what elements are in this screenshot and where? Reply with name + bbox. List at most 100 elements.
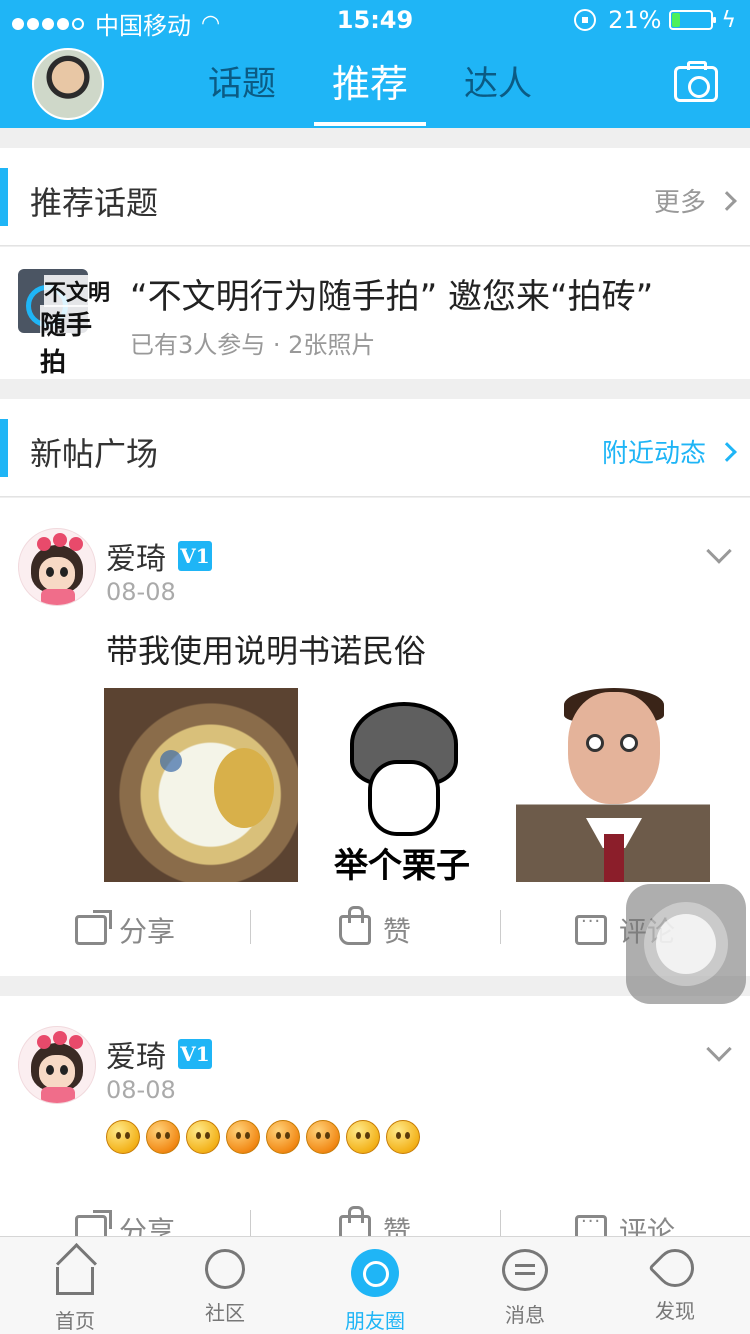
top-header: 中国移动 ◠ 15:49 21% ϟ 话题 推荐 达人 (0, 0, 750, 128)
more-label: 更多 (653, 188, 706, 218)
status-right: 21% ϟ (574, 6, 736, 34)
avatar-face (39, 557, 75, 591)
section-accent-bar (0, 168, 8, 226)
recommended-topics-header: 推荐话题 更多 (0, 148, 750, 246)
post-date: 08-08 (106, 1076, 176, 1104)
comment-icon (574, 911, 607, 945)
post-emojis (106, 1120, 426, 1154)
post-image-portrait[interactable] (516, 688, 710, 882)
smile-emoji-icon (186, 1120, 220, 1154)
angry-emoji-icon (226, 1120, 260, 1154)
camera-icon[interactable] (674, 61, 718, 102)
nav-label: 社区 (205, 1301, 245, 1325)
community-icon (205, 1249, 245, 1289)
battery-icon (669, 10, 717, 30)
share-icon (74, 915, 107, 945)
rotation-lock-icon (574, 9, 597, 31)
author-name-row: 爱琦 V1 (106, 1032, 212, 1076)
image-detail (160, 750, 182, 772)
assistive-center (656, 914, 716, 974)
image-detail (368, 760, 440, 836)
my-avatar[interactable] (32, 48, 104, 120)
chevron-right-icon (717, 190, 737, 211)
avatar-eye (60, 1065, 68, 1075)
author-avatar[interactable] (18, 528, 96, 606)
battery-fill (672, 13, 681, 27)
avatar-body (41, 1087, 75, 1103)
logo-text-bottom: 随手拍 (40, 305, 114, 379)
post-image-egg[interactable] (104, 688, 298, 882)
comment-button[interactable]: 评论 (500, 1192, 750, 1236)
tab-topics[interactable]: 话题 (200, 56, 284, 128)
author-name-row: 爱琦 V1 (106, 534, 212, 578)
topic-item[interactable]: 不文明 随手拍 “不文明行为随手拍” 邀您来“拍砖” 已有3人参与 · 2张照片 (0, 247, 750, 379)
nav-community[interactable]: 社区 (150, 1237, 300, 1334)
post-images: 举个栗子 (104, 688, 710, 882)
tab-recommended[interactable]: 推荐 (313, 56, 427, 128)
thumbs-up-icon (338, 1206, 371, 1236)
message-icon (502, 1249, 548, 1291)
avatar-flower (53, 1031, 67, 1045)
like-label: 赞 (382, 915, 411, 948)
avatar-flower (69, 1035, 83, 1049)
nav-discover[interactable]: 发现 (600, 1237, 750, 1334)
angry-emoji-icon (146, 1120, 180, 1154)
share-button[interactable]: 分享 (0, 1192, 250, 1236)
topic-logo: 不文明 随手拍 (14, 265, 114, 379)
avatar-flower (37, 1035, 51, 1049)
avatar-flower (53, 533, 67, 547)
avatar-eye (46, 1065, 54, 1075)
battery-percent: 21% (608, 6, 662, 34)
section-title: 推荐话题 (30, 184, 159, 222)
post-actions: 分享 赞 评论 (0, 1192, 750, 1236)
image-detail (586, 734, 604, 752)
post-image-meme[interactable]: 举个栗子 (310, 688, 504, 882)
nav-moments[interactable]: 朋友圈 (300, 1237, 450, 1334)
nav-label: 消息 (505, 1303, 545, 1327)
moments-icon (351, 1249, 399, 1297)
home-icon (56, 1267, 94, 1295)
author-avatar[interactable] (18, 1026, 96, 1104)
nav-messages[interactable]: 消息 (450, 1237, 600, 1334)
image-detail (568, 692, 660, 804)
avatar-flower (69, 537, 83, 551)
more-topics-link[interactable]: 更多 (653, 182, 737, 219)
author-name[interactable]: 爱琦 (106, 1032, 166, 1076)
angry-emoji-icon (306, 1120, 340, 1154)
like-label: 赞 (382, 1215, 411, 1236)
angry-emoji-icon (346, 1120, 380, 1154)
avatar-eye (46, 567, 54, 577)
post-text: 带我使用说明书诺民俗 (106, 632, 427, 670)
discover-icon (648, 1241, 702, 1295)
nearby-label: 附近动态 (601, 439, 706, 469)
nav-home[interactable]: 首页 (0, 1237, 150, 1334)
avatar-eye (60, 567, 68, 577)
topic-stats: 已有3人参与 · 2张照片 (130, 331, 376, 359)
like-button[interactable]: 赞 (250, 1192, 500, 1236)
comment-label: 评论 (618, 1215, 675, 1236)
assistive-touch-button[interactable] (626, 884, 746, 1004)
chevron-down-icon[interactable] (706, 538, 732, 564)
share-icon (74, 1215, 107, 1236)
smile-emoji-icon (106, 1120, 140, 1154)
share-label: 分享 (118, 1215, 175, 1236)
share-button[interactable]: 分享 (0, 892, 250, 968)
charging-icon: ϟ (721, 7, 736, 33)
nearby-activity-link[interactable]: 附近动态 (601, 433, 737, 470)
avatar-face (39, 1055, 75, 1089)
logo-text-top: 不文明 (44, 275, 111, 307)
avatar-flower (37, 537, 51, 551)
section-accent-bar (0, 419, 8, 477)
post-card: 爱琦 V1 08-08 分享 赞 评论 (0, 996, 750, 1236)
nav-label: 朋友圈 (345, 1309, 405, 1333)
bottom-nav: 首页 社区 朋友圈 消息 发现 (0, 1236, 750, 1334)
tab-experts[interactable]: 达人 (456, 56, 540, 128)
like-button[interactable]: 赞 (250, 892, 500, 968)
avatar-body (41, 589, 75, 605)
author-name[interactable]: 爱琦 (106, 534, 166, 578)
chevron-down-icon[interactable] (706, 1036, 732, 1062)
section-title: 新帖广场 (30, 435, 159, 473)
tongue-emoji-icon (266, 1120, 300, 1154)
vip-badge: V1 (178, 541, 212, 571)
comment-icon (574, 1211, 607, 1236)
